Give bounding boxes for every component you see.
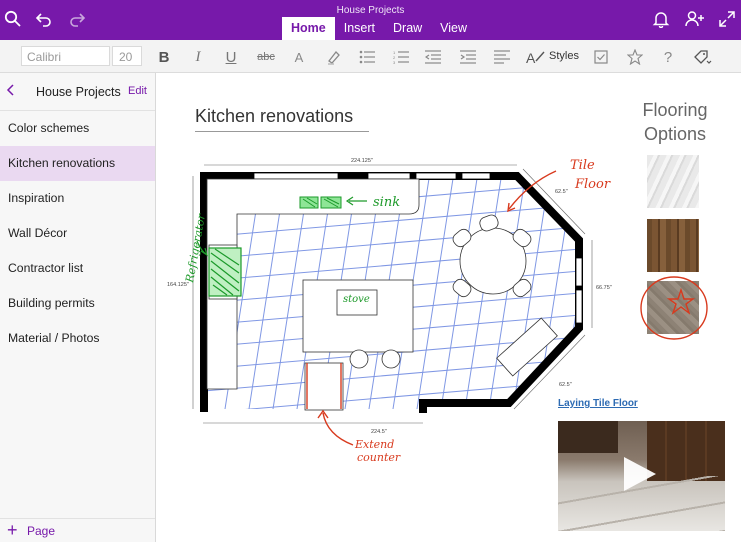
note-stove: stove bbox=[343, 294, 370, 305]
dim-left-label: 164.125" bbox=[167, 282, 189, 288]
bullets-icon[interactable] bbox=[358, 47, 376, 67]
tag-more-icon[interactable] bbox=[693, 47, 713, 67]
bell-icon[interactable] bbox=[650, 8, 672, 30]
redo-icon[interactable] bbox=[66, 8, 88, 30]
checkbox-tag-icon[interactable] bbox=[593, 47, 609, 67]
note-floor: Floor bbox=[574, 177, 611, 192]
plus-icon: + bbox=[7, 520, 18, 540]
underline-button[interactable]: U bbox=[224, 47, 238, 67]
page-item-color-schemes[interactable]: Color schemes bbox=[0, 111, 155, 146]
page-item-wall-decor[interactable]: Wall Décor bbox=[0, 216, 155, 251]
dim-bottom-label: 224.5" bbox=[371, 429, 387, 435]
tab-view[interactable]: View bbox=[431, 17, 476, 40]
section-title: House Projects bbox=[36, 85, 121, 99]
ribbon-tabs: Home Insert Draw View bbox=[282, 17, 476, 40]
numbering-icon[interactable]: 123 bbox=[392, 47, 410, 67]
styles-icon[interactable]: A bbox=[526, 47, 546, 67]
dim-right-label: 66.75" bbox=[596, 285, 612, 291]
video-cabinet-shadow bbox=[558, 421, 618, 453]
font-color-button[interactable]: A bbox=[292, 47, 306, 67]
page-list-sidebar: House Projects Edit Color schemes Kitche… bbox=[0, 73, 156, 542]
page-item-contractor-list[interactable]: Contractor list bbox=[0, 251, 155, 286]
svg-text:3: 3 bbox=[393, 60, 396, 64]
page-item-building-permits[interactable]: Building permits bbox=[0, 286, 155, 321]
section-header: House Projects Edit bbox=[0, 73, 155, 111]
styles-label[interactable]: Styles bbox=[549, 50, 579, 62]
add-page-label: Page bbox=[27, 524, 56, 538]
note-extend: Extend bbox=[354, 438, 394, 451]
align-icon[interactable] bbox=[493, 47, 511, 67]
formatting-ribbon: Calibri 20 B I U abc A 123 A Styles ? bbox=[0, 40, 741, 73]
add-page-button[interactable]: + Page bbox=[0, 518, 155, 542]
font-name-field[interactable]: Calibri bbox=[21, 46, 110, 66]
star-icon[interactable] bbox=[626, 47, 644, 67]
note-canvas[interactable]: Kitchen renovations 224.125" 164.125" 66… bbox=[157, 73, 741, 542]
highlighter-icon[interactable] bbox=[325, 47, 343, 67]
indent-icon[interactable] bbox=[459, 47, 477, 67]
dim-angle-bottom-label: 62.5" bbox=[559, 382, 572, 388]
italic-button[interactable]: I bbox=[191, 47, 205, 67]
back-chevron-icon[interactable] bbox=[6, 83, 16, 102]
note-tile: Tile bbox=[570, 158, 595, 173]
tab-draw[interactable]: Draw bbox=[384, 17, 431, 40]
page-item-material-photos[interactable]: Material / Photos bbox=[0, 321, 155, 356]
note-counter: counter bbox=[357, 451, 401, 464]
dim-top-label: 224.125" bbox=[351, 158, 373, 164]
note-sink: sink bbox=[373, 195, 400, 210]
marble-swatch[interactable] bbox=[647, 155, 699, 208]
add-person-icon[interactable] bbox=[684, 8, 706, 30]
outdent-icon[interactable] bbox=[424, 47, 442, 67]
selected-swatch-circle-ink bbox=[640, 276, 708, 340]
page-item-inspiration[interactable]: Inspiration bbox=[0, 181, 155, 216]
dim-angle-top-label: 62.5" bbox=[555, 189, 568, 195]
title-bar: House Projects Home Insert Draw View bbox=[0, 0, 741, 40]
undo-icon[interactable] bbox=[33, 8, 55, 30]
flooring-title-line-1: Flooring bbox=[642, 100, 708, 120]
tab-home[interactable]: Home bbox=[282, 17, 335, 40]
play-icon[interactable] bbox=[624, 457, 656, 491]
svg-text:A: A bbox=[526, 50, 536, 65]
video-thumbnail[interactable] bbox=[558, 421, 725, 531]
video-link[interactable]: Laying Tile Floor bbox=[558, 398, 638, 409]
strikethrough-button[interactable]: abc bbox=[255, 47, 277, 67]
kitchen-floorplan-drawing[interactable]: 224.125" 164.125" 66.75" 62.5" 62.5" 224… bbox=[157, 73, 627, 473]
flooring-title: Flooring Options bbox=[627, 98, 723, 146]
flooring-title-line-2: Options bbox=[643, 124, 707, 144]
help-icon[interactable]: ? bbox=[661, 47, 675, 67]
search-icon[interactable] bbox=[2, 8, 24, 30]
expand-icon[interactable] bbox=[716, 8, 738, 30]
tab-insert[interactable]: Insert bbox=[335, 17, 384, 40]
page-item-kitchen-renovations[interactable]: Kitchen renovations bbox=[0, 146, 155, 181]
notebook-title: House Projects bbox=[336, 5, 405, 16]
wood-swatch[interactable] bbox=[647, 219, 699, 272]
font-size-field[interactable]: 20 bbox=[112, 46, 142, 66]
video-cabinets bbox=[647, 421, 725, 481]
bold-button[interactable]: B bbox=[157, 47, 171, 67]
edit-button[interactable]: Edit bbox=[128, 85, 147, 97]
